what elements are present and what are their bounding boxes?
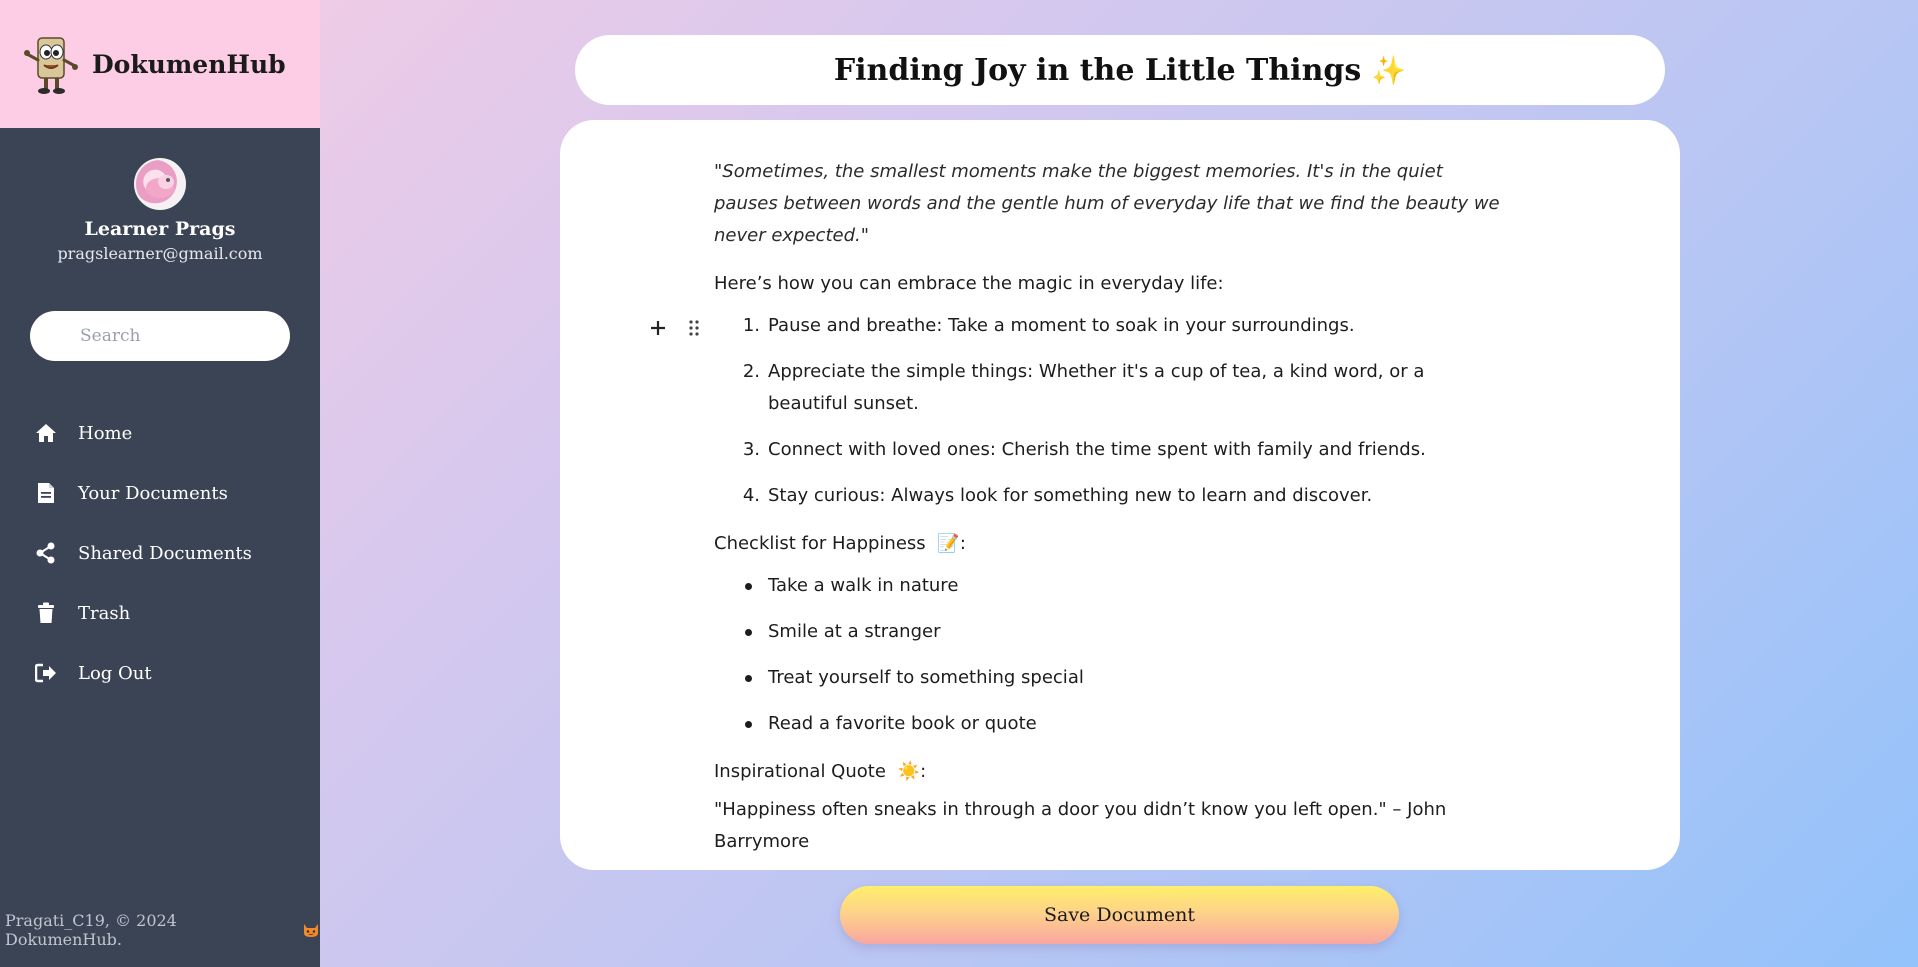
document-editor[interactable]: "Sometimes, the smallest moments make th… [560, 120, 1680, 870]
document-title-bar[interactable]: Finding Joy in the Little Things ✨ [575, 35, 1665, 105]
checklist-heading: Checklist for Happiness 📝: [714, 528, 1504, 560]
list-item-text: Take a walk in nature [768, 575, 959, 596]
user-profile: Learner Prags pragslearner@gmail.com [0, 128, 320, 263]
list-item: Smile at a stranger [714, 616, 1504, 648]
list-item: 2. Appreciate the simple things: Whether… [714, 356, 1504, 420]
document-content[interactable]: "Sometimes, the smallest moments make th… [714, 156, 1504, 858]
logout-icon [34, 661, 58, 685]
copyright-text: Pragati_C19, © 2024 DokumenHub. [5, 911, 177, 949]
save-document-button[interactable]: Save Document [840, 886, 1399, 944]
sidebar-item-label: Your Documents [78, 482, 228, 504]
list-number: 4. [742, 485, 760, 506]
list-item: Read a favorite book or quote [714, 708, 1504, 740]
sparkle-emoji: ✨ [1371, 53, 1407, 87]
home-icon [34, 421, 58, 445]
sidebar-item-log-out[interactable]: Log Out [0, 643, 320, 703]
list-item-text: Stay curious: Always look for something … [768, 485, 1373, 506]
document-icon [34, 481, 58, 505]
avatar[interactable] [134, 158, 186, 210]
list-item-text: Appreciate the simple things: Whether it… [768, 361, 1425, 414]
final-quote: "Happiness often sneaks in through a doo… [714, 799, 1447, 852]
list-item: Treat yourself to something special [714, 662, 1504, 694]
brand-name: DokumenHub [92, 49, 286, 79]
sidebar-item-trash[interactable]: Trash [0, 583, 320, 643]
document-title[interactable]: Finding Joy in the Little Things ✨ [834, 53, 1406, 88]
sidebar-item-home[interactable]: Home [0, 403, 320, 463]
sidebar-item-label: Trash [78, 602, 131, 624]
sidebar-nav: Home Your Documents Shared Documents Tra… [0, 403, 320, 703]
trash-icon [34, 601, 58, 625]
memo-emoji: 📝 [937, 533, 960, 554]
quote-heading: Inspirational Quote ☀️: [714, 756, 1504, 788]
list-item-text: Pause and breathe: Take a moment to soak… [768, 315, 1355, 336]
bullet-dot [714, 570, 768, 602]
sidebar-item-label: Shared Documents [78, 542, 252, 564]
list-item-text: Smile at a stranger [768, 621, 941, 642]
list-item: Take a walk in nature [714, 570, 1504, 602]
list-number: 1. [742, 315, 760, 336]
list-item-text: Connect with loved ones: Cherish the tim… [768, 439, 1426, 460]
list-item: 1. Pause and breathe: Take a moment to s… [714, 310, 1504, 342]
avatar-image [146, 175, 174, 198]
share-icon [34, 541, 58, 565]
list-number: 2. [742, 361, 760, 382]
cat-icon [304, 924, 319, 937]
sun-emoji: ☀️ [897, 761, 921, 782]
profile-name: Learner Prags [84, 218, 236, 240]
bullet-list: Take a walk in nature Smile at a strange… [714, 570, 1504, 740]
profile-email: pragslearner@gmail.com [57, 244, 263, 263]
brand-header[interactable]: DokumenHub [0, 0, 320, 128]
logo-icon [24, 37, 78, 94]
sidebar-item-label: Log Out [78, 662, 152, 684]
add-block-icon[interactable] [648, 318, 668, 338]
sidebar-item-your-documents[interactable]: Your Documents [0, 463, 320, 523]
quote-heading-text: Inspirational Quote [714, 761, 886, 782]
list-item: 4. Stay curious: Always look for somethi… [714, 480, 1504, 512]
bullet-dot [714, 662, 768, 694]
checklist-heading-text: Checklist for Happiness [714, 533, 926, 554]
list-number: 3. [742, 439, 760, 460]
sidebar: DokumenHub Learner Prags pragslearner@gm… [0, 0, 320, 967]
sidebar-item-label: Home [78, 422, 133, 444]
list-item: 3. Connect with loved ones: Cherish the … [714, 434, 1504, 466]
how-to-paragraph: Here’s how you can embrace the magic in … [714, 273, 1224, 294]
search-input[interactable] [30, 311, 290, 361]
intro-quote: "Sometimes, the smallest moments make th… [714, 161, 1500, 246]
bullet-dot [714, 708, 768, 740]
drag-handle-icon[interactable] [684, 318, 704, 338]
sidebar-footer: Pragati_C19, © 2024 DokumenHub. [5, 911, 320, 949]
list-item-text: Treat yourself to something special [768, 667, 1084, 688]
block-tools [648, 318, 704, 338]
numbered-list: 1. Pause and breathe: Take a moment to s… [714, 310, 1504, 512]
sidebar-item-shared-documents[interactable]: Shared Documents [0, 523, 320, 583]
document-title-text: Finding Joy in the Little Things [833, 52, 1362, 88]
bullet-dot [714, 616, 768, 648]
list-item-text: Read a favorite book or quote [768, 713, 1037, 734]
